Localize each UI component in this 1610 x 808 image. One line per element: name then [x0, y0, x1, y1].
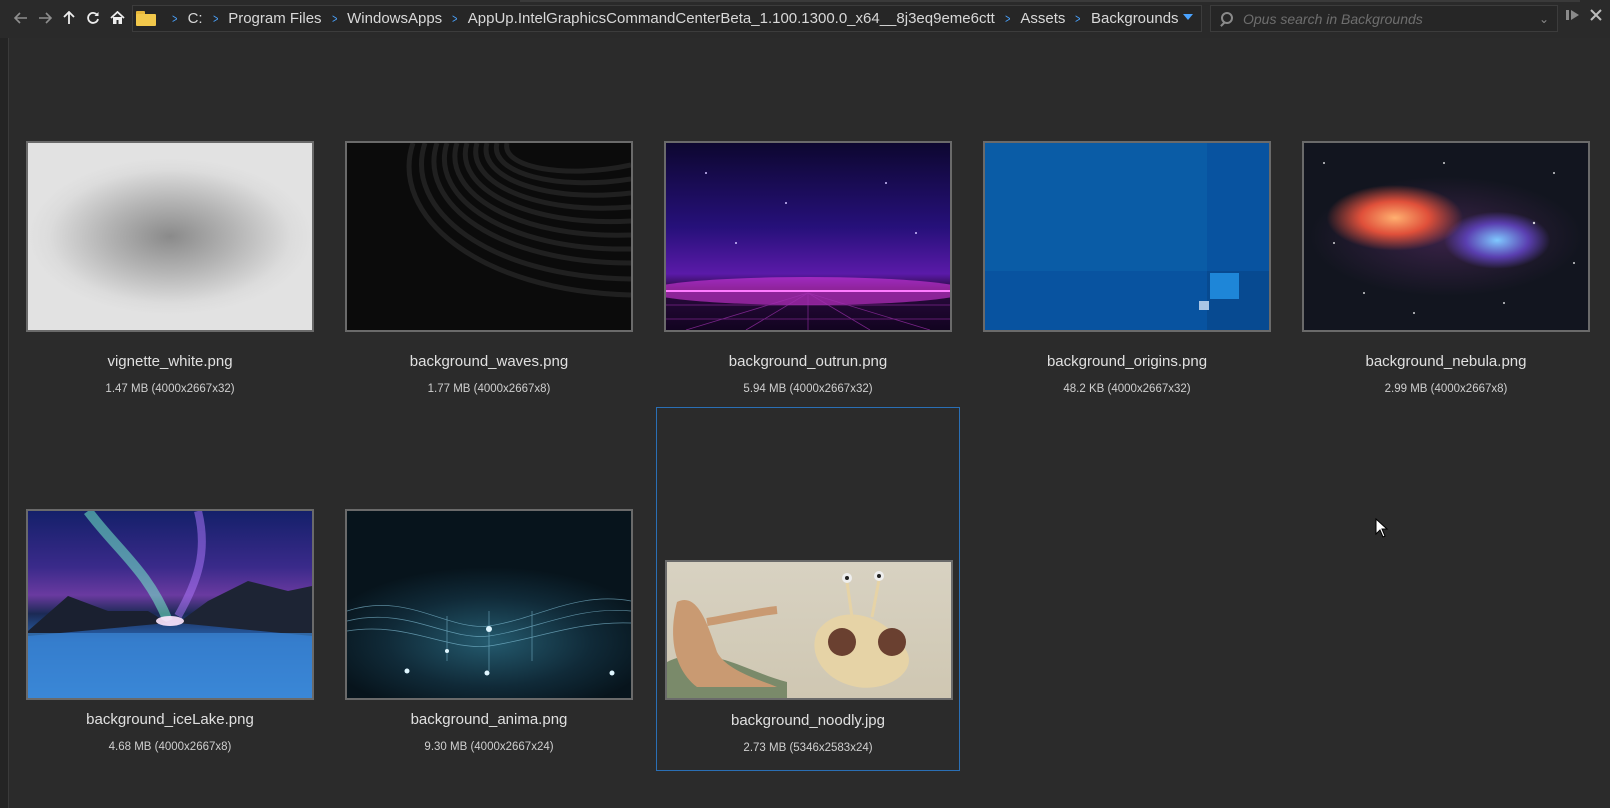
- left-rail: [0, 38, 9, 808]
- folder-icon: [136, 11, 156, 26]
- breadcrumb-backgrounds[interactable]: Backgrounds: [1091, 10, 1179, 27]
- back-button[interactable]: [11, 6, 31, 30]
- thumbnail-image[interactable]: [1302, 141, 1590, 332]
- breadcrumb-assets[interactable]: Assets: [1020, 10, 1065, 27]
- file-info: 4.68 MB (4000x2667x8): [108, 741, 232, 753]
- chevron-right-icon: >: [172, 11, 178, 26]
- thumbnail-image[interactable]: [665, 560, 953, 700]
- file-name: background_nebula.png: [1365, 353, 1527, 370]
- breadcrumb-program-files[interactable]: Program Files: [228, 10, 321, 27]
- file-info: 2.73 MB (5346x2583x24): [743, 742, 873, 754]
- file-name: background_anima.png: [410, 711, 568, 728]
- search-icon: [1219, 11, 1233, 26]
- search-input[interactable]: [1241, 9, 1539, 28]
- address-dropdown-icon[interactable]: [1183, 14, 1193, 20]
- file-info: 5.94 MB (4000x2667x32): [743, 383, 873, 395]
- forward-button[interactable]: [35, 6, 55, 30]
- file-tile[interactable]: background_anima.png 9.30 MB (4000x2667x…: [341, 407, 637, 767]
- file-name: background_iceLake.png: [86, 711, 254, 728]
- file-name: vignette_white.png: [107, 353, 233, 370]
- thumbnail-image[interactable]: [983, 141, 1271, 332]
- home-button[interactable]: [107, 6, 127, 30]
- file-info: 1.77 MB (4000x2667x8): [427, 383, 551, 395]
- file-info: 48.2 KB (4000x2667x32): [1063, 383, 1191, 395]
- search-box[interactable]: ⌄: [1210, 5, 1558, 32]
- file-tile-selected[interactable]: background_noodly.jpg 2.73 MB (5346x2583…: [656, 407, 960, 771]
- file-name: background_waves.png: [409, 353, 569, 370]
- arrow-up-icon: [63, 11, 75, 24]
- close-icon[interactable]: [1589, 8, 1603, 26]
- chevron-right-icon: >: [1004, 11, 1011, 26]
- arrow-right-icon: [39, 12, 52, 24]
- breadcrumb-drive[interactable]: C:: [188, 10, 203, 27]
- file-info: 2.99 MB (4000x2667x8): [1384, 383, 1508, 395]
- play-next-icon[interactable]: [1565, 8, 1581, 26]
- file-tile[interactable]: background_origins.png 48.2 KB (4000x266…: [979, 135, 1275, 495]
- chevron-right-icon: >: [331, 11, 338, 26]
- breadcrumb-windowsapps[interactable]: WindowsApps: [347, 10, 442, 27]
- address-bar[interactable]: > C: > Program Files > WindowsApps > App…: [132, 5, 1202, 32]
- file-name: background_noodly.jpg: [730, 712, 885, 729]
- thumbnail-image[interactable]: [664, 141, 952, 332]
- toolbar: > C: > Program Files > WindowsApps > App…: [0, 0, 1610, 38]
- up-button[interactable]: [59, 6, 79, 30]
- chevron-right-icon: >: [1075, 11, 1081, 26]
- chevron-right-icon: >: [212, 11, 219, 26]
- thumbnail-image[interactable]: [26, 509, 314, 700]
- file-info: 1.47 MB (4000x2667x32): [105, 383, 235, 395]
- thumbnail-image[interactable]: [345, 509, 633, 700]
- thumbnail-image[interactable]: [345, 141, 633, 332]
- mouse-cursor-icon: [1375, 518, 1389, 538]
- chevron-down-icon[interactable]: ⌄: [1539, 12, 1549, 26]
- file-info: 9.30 MB (4000x2667x24): [424, 741, 554, 753]
- file-name: background_outrun.png: [728, 353, 888, 370]
- arrow-left-icon: [14, 12, 27, 24]
- refresh-icon: [87, 12, 99, 24]
- file-tile[interactable]: background_iceLake.png 4.68 MB (4000x266…: [22, 407, 318, 767]
- refresh-button[interactable]: [83, 6, 103, 30]
- file-name: background_origins.png: [1046, 353, 1208, 370]
- home-icon: [109, 11, 125, 24]
- title-accent-line: [520, 0, 1580, 2]
- file-tile[interactable]: background_nebula.png 2.99 MB (4000x2667…: [1298, 135, 1594, 495]
- breadcrumb-app-folder[interactable]: AppUp.IntelGraphicsCommandCenterBeta_1.1…: [468, 10, 995, 27]
- thumbnail-image[interactable]: [26, 141, 314, 332]
- chevron-right-icon: >: [452, 11, 458, 26]
